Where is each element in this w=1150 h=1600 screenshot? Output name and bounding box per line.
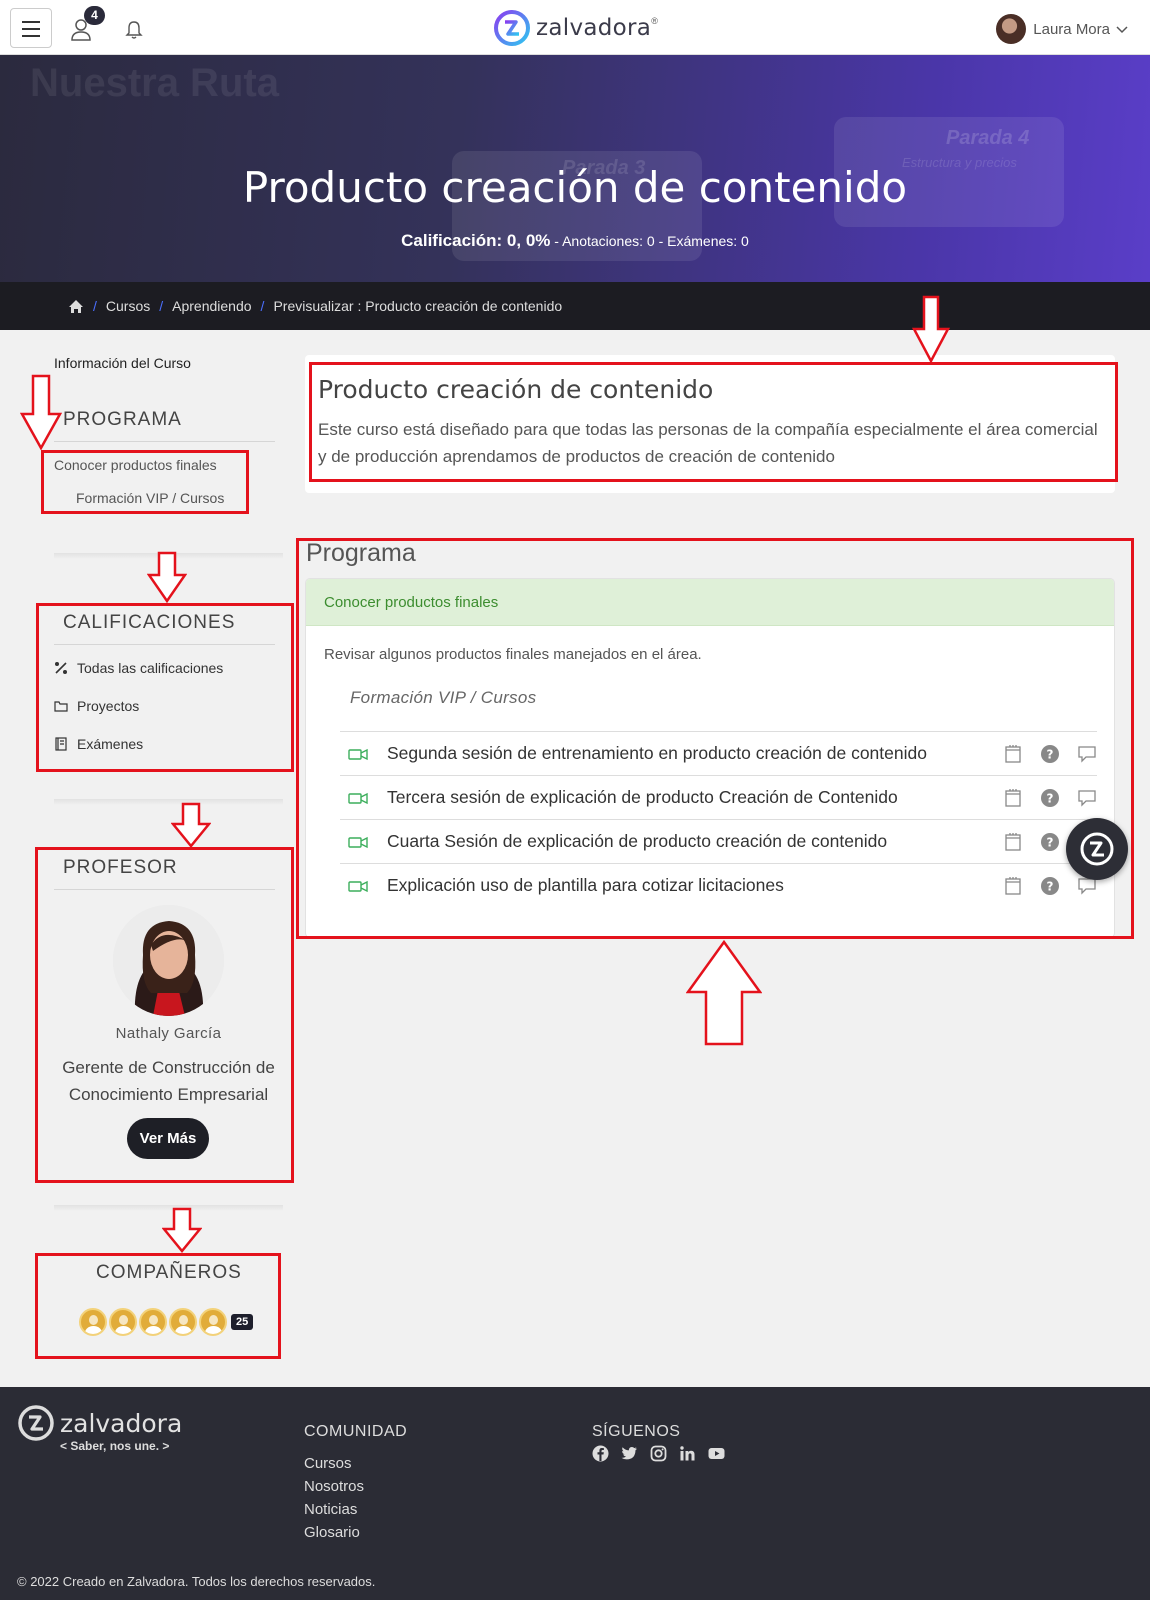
course-title: Producto creación de contenido (242, 163, 908, 212)
facebook-icon[interactable] (592, 1445, 609, 1462)
avatar (996, 14, 1027, 44)
course-banner: Nuestra Ruta Parada 3 Parada 4 Estructur… (0, 55, 1150, 282)
annotation-box (35, 847, 294, 1183)
annotation-arrow-down (171, 802, 211, 848)
programa-card: PROGRAMA (54, 409, 283, 442)
follow-title: SÍGUENOS (592, 1423, 681, 1440)
bell-icon[interactable] (124, 20, 144, 40)
footer-link-about[interactable]: Nosotros (304, 1478, 364, 1495)
breadcrumb-link[interactable]: Cursos (106, 298, 150, 314)
community-title: COMUNIDAD (304, 1423, 408, 1440)
footer-slogan: < Saber, nos une. > (60, 1439, 170, 1453)
footer-link-news[interactable]: Noticias (304, 1501, 357, 1518)
annotation-arrow-up (686, 940, 762, 1046)
banner-card-label: Parada 4 (946, 127, 1030, 149)
logo-registered-mark: ® (651, 16, 658, 26)
stats-text: - Anotaciones: 0 - Exámenes: 0 (550, 233, 749, 249)
footer-link-courses[interactable]: Cursos (304, 1455, 352, 1472)
course-info-link[interactable]: Información del Curso (54, 355, 191, 371)
rating-label: Calificación: 0, 0% (401, 231, 551, 250)
breadcrumb-current: Previsualizar : Producto creación de con… (273, 298, 563, 314)
annotation-box (35, 1253, 281, 1359)
zalvadora-logo[interactable]: zalvadora ® (492, 8, 658, 48)
twitter-icon[interactable] (621, 1445, 638, 1462)
user-menu[interactable]: Laura Mora (996, 14, 1128, 44)
social-links (592, 1445, 737, 1462)
annotation-arrow-down (147, 551, 187, 603)
footer-link-glossary[interactable]: Glosario (304, 1524, 360, 1541)
annotation-arrow-down (20, 374, 62, 450)
footer-logo-text: zalvadora (60, 1408, 183, 1438)
user-name: Laura Mora (1033, 20, 1110, 38)
footer-logo[interactable]: zalvadora (16, 1403, 182, 1443)
breadcrumb: / Cursos / Aprendiendo / Previsualizar :… (0, 282, 1150, 330)
hamburger-menu-button[interactable] (10, 8, 52, 48)
instagram-icon[interactable] (650, 1445, 667, 1462)
breadcrumb-link[interactable]: Aprendiendo (172, 298, 251, 314)
linkedin-icon[interactable] (679, 1445, 696, 1462)
annotation-box (296, 538, 1134, 939)
zalvadora-logo-icon (18, 1405, 54, 1441)
annotation-box (36, 603, 294, 772)
annotation-box (309, 362, 1118, 482)
home-icon[interactable] (68, 299, 84, 314)
top-navbar: 4 zalvadora ® Laura Mora (0, 0, 1150, 55)
footer: zalvadora < Saber, nos une. > COMUNIDAD … (0, 1387, 1150, 1600)
youtube-icon[interactable] (708, 1445, 725, 1462)
course-stats: Calificación: 0, 0% - Anotaciones: 0 - E… (0, 231, 1150, 251)
annotation-arrow-down (162, 1207, 202, 1253)
banner-background-text: Nuestra Ruta (30, 61, 279, 105)
zalvadora-logo-icon (494, 10, 530, 46)
annotation-box (41, 450, 249, 514)
copyright-text: © 2022 Creado en Zalvadora. Todos los de… (17, 1574, 376, 1589)
logo-text: zalvadora (536, 15, 652, 41)
notification-count-badge: 4 (84, 6, 105, 25)
chevron-down-icon (1116, 26, 1128, 34)
card-separator (54, 799, 283, 805)
programa-title: PROGRAMA (54, 409, 275, 442)
annotation-arrow-down (912, 295, 950, 363)
